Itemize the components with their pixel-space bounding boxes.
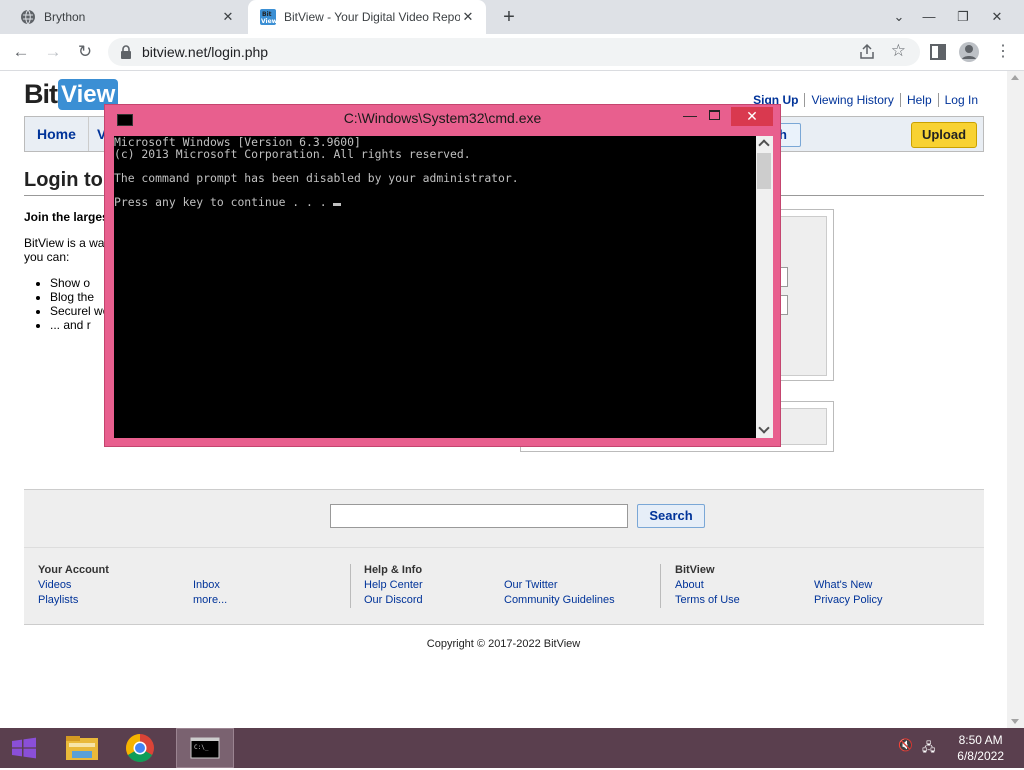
upload-button[interactable]: Upload — [911, 122, 977, 148]
system-clock[interactable]: 8:50 AM 6/8/2022 — [957, 732, 1004, 764]
minimize-icon[interactable]: — — [912, 0, 946, 34]
footer-search-band: Search — [24, 489, 984, 548]
globe-icon — [21, 9, 35, 25]
footer-links: Your Account Videos Playlists Inbox more… — [24, 547, 984, 625]
footer-link-playlists[interactable]: Playlists — [38, 593, 109, 608]
footer-link-more[interactable]: more... — [193, 593, 227, 608]
footer-link-videos[interactable]: Videos — [38, 578, 109, 593]
page-title: Login to — [24, 169, 103, 191]
footer-col-bitview: BitView About Terms of Use — [675, 563, 740, 608]
reload-icon[interactable]: ↻ — [72, 40, 98, 64]
new-tab-button[interactable]: + — [498, 6, 520, 28]
top-links: Sign Up Viewing History Help Log In — [747, 93, 984, 107]
footer-col-account: Your Account Videos Playlists — [38, 563, 109, 608]
cmd-output: Microsoft Windows [Version 6.3.9600] (c)… — [114, 136, 519, 208]
menu-kebab-icon[interactable]: ⋮ — [990, 40, 1016, 64]
cmd-console[interactable]: Microsoft Windows [Version 6.3.9600] (c)… — [114, 136, 756, 438]
scroll-down-icon[interactable] — [1011, 719, 1019, 724]
footer-col-bitview-2: What's New Privacy Policy — [814, 578, 882, 608]
cmd-maximize-icon[interactable] — [709, 110, 720, 120]
browser-toolbar: ← → ↻ bitview.net/login.php ☆ ⋮ — [0, 34, 1024, 71]
clock-date: 6/8/2022 — [957, 749, 1004, 763]
footer-col-help-2: Our Twitter Community Guidelines — [504, 578, 615, 608]
footer-link-whats-new[interactable]: What's New — [814, 578, 882, 593]
text-cursor — [333, 203, 342, 206]
bitview-favicon-icon: BitView — [260, 9, 276, 25]
cmd-minimize-icon[interactable]: — — [683, 107, 697, 123]
bookmark-star-icon[interactable]: ☆ — [891, 41, 906, 61]
close-tab-icon[interactable]: ✕ — [460, 9, 476, 25]
footer-heading: Your Account — [38, 564, 109, 576]
back-icon[interactable]: ← — [8, 40, 34, 64]
tab-bitview[interactable]: Bit View BitView - Your Digital Video Rep… — [248, 0, 486, 34]
join-heading: Join the larges — [24, 210, 109, 224]
intro-text: BitView is a wa you can: — [24, 236, 105, 264]
windows-start-icon[interactable] — [0, 728, 48, 768]
footer-search-button[interactable]: Search — [637, 504, 705, 528]
cmd-close-button[interactable]: ✕ — [731, 107, 773, 126]
scroll-thumb[interactable] — [757, 153, 771, 189]
console-line: The command prompt has been disabled by … — [114, 171, 519, 185]
browser-tab-strip: Brython ✕ Bit View BitView - Your Digital… — [0, 0, 1024, 34]
taskbar: C:\_ 🔇 🖧 8:50 AM 6/8/2022 — [0, 728, 1024, 768]
scroll-up-icon[interactable] — [758, 139, 770, 151]
log-in-link[interactable]: Log In — [937, 93, 984, 107]
footer-link-about[interactable]: About — [675, 578, 740, 593]
footer-link-terms[interactable]: Terms of Use — [675, 593, 740, 608]
console-line: Press any key to continue . . . — [114, 195, 334, 209]
close-window-icon[interactable]: ✕ — [980, 0, 1014, 34]
footer-link-help-center[interactable]: Help Center — [364, 578, 423, 593]
footer-col-help: Help & Info Help Center Our Discord — [364, 563, 423, 608]
network-icon[interactable]: 🖧 — [922, 738, 935, 759]
footer-link-discord[interactable]: Our Discord — [364, 593, 423, 608]
volume-muted-icon[interactable]: 🔇 — [898, 738, 913, 752]
console-line: (c) 2013 Microsoft Corporation. All righ… — [114, 147, 471, 161]
footer-divider — [660, 564, 661, 608]
share-icon[interactable] — [858, 43, 876, 61]
lock-icon — [121, 45, 131, 59]
logo-bit-text: Bit — [24, 78, 58, 109]
forward-icon[interactable]: → — [40, 40, 66, 64]
chrome-icon[interactable] — [116, 728, 164, 768]
close-tab-icon[interactable]: ✕ — [220, 9, 236, 25]
footer-link-twitter[interactable]: Our Twitter — [504, 578, 615, 593]
footer-divider — [350, 564, 351, 608]
page-scrollbar[interactable] — [1007, 71, 1024, 728]
file-explorer-icon[interactable] — [58, 728, 106, 768]
scroll-up-icon[interactable] — [1011, 75, 1019, 80]
footer-heading: Help & Info — [364, 564, 423, 576]
home-nav-link[interactable]: Home — [25, 117, 89, 151]
svg-text:C:\_: C:\_ — [194, 744, 209, 751]
tab-brython[interactable]: Brython ✕ — [8, 0, 246, 34]
tab-title: Brython — [44, 10, 86, 24]
url-text: bitview.net/login.php — [142, 44, 269, 60]
clock-time: 8:50 AM — [958, 733, 1003, 747]
tab-title: BitView - Your Digital Video Repo — [284, 10, 460, 24]
help-link[interactable]: Help — [899, 93, 938, 107]
footer-link-inbox[interactable]: Inbox — [193, 578, 227, 593]
restore-icon[interactable]: ❐ — [946, 0, 980, 34]
tab-search-chevron-icon[interactable]: ⌄ — [882, 0, 916, 34]
svg-text:Bit: Bit — [262, 11, 272, 18]
footer-link-guidelines[interactable]: Community Guidelines — [504, 593, 615, 608]
svg-text:View: View — [261, 18, 276, 25]
cmd-window[interactable]: C:\Windows\System32\cmd.exe — ✕ Microsof… — [104, 104, 781, 447]
cmd-taskbar-icon: C:\_ — [190, 737, 220, 759]
viewing-history-link[interactable]: Viewing History — [804, 93, 899, 107]
cmd-taskbar-button[interactable]: C:\_ — [176, 728, 234, 768]
cmd-title: C:\Windows\System32\cmd.exe — [343, 110, 542, 126]
profile-avatar-icon[interactable] — [957, 40, 981, 64]
footer-search-input[interactable] — [330, 504, 628, 528]
address-bar[interactable]: bitview.net/login.php ☆ — [108, 38, 920, 66]
side-panel-icon[interactable] — [926, 40, 950, 64]
footer-col-account-2: Inbox more... — [193, 578, 227, 608]
copyright-text: Copyright © 2017-2022 BitView — [426, 638, 581, 650]
cmd-scrollbar[interactable] — [756, 136, 773, 438]
scroll-down-icon[interactable] — [758, 422, 770, 434]
footer-heading: BitView — [675, 564, 715, 576]
footer-link-privacy[interactable]: Privacy Policy — [814, 593, 882, 608]
